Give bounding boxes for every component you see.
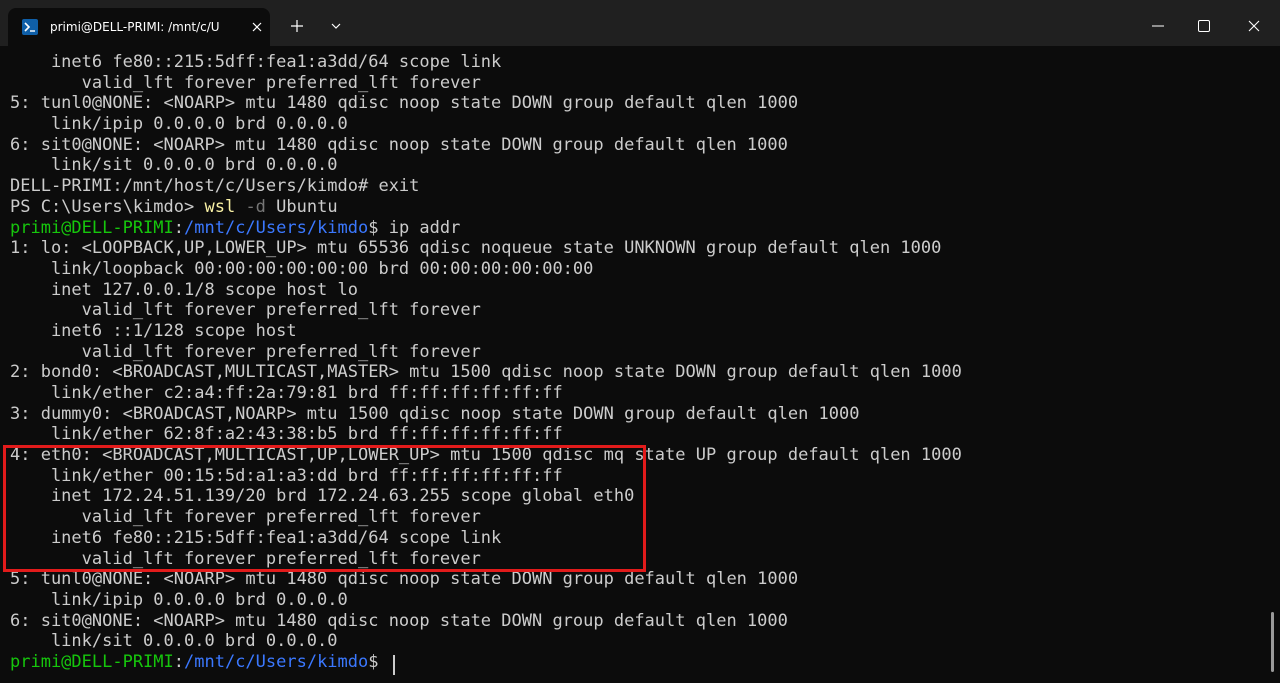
- terminal-line: inet6 ::1/128 scope host: [10, 320, 297, 341]
- terminal-line: valid_lft forever preferred_lft forever: [10, 507, 481, 528]
- terminal-line: valid_lft forever preferred_lft forever: [10, 548, 481, 569]
- command-argument: Ubuntu: [265, 196, 338, 217]
- prompt-command: $ ip addr: [368, 217, 461, 238]
- terminal-line: link/ipip 0.0.0.0 brd 0.0.0.0: [10, 589, 348, 610]
- terminal-line: valid_lft forever preferred_lft forever: [10, 72, 481, 93]
- terminal-line: link/loopback 00:00:00:00:00:00 brd 00:0…: [10, 258, 594, 279]
- terminal-line: inet6 fe80::215:5dff:fea1:a3dd/64 scope …: [10, 52, 502, 72]
- terminal-tab[interactable]: primi@DELL-PRIMI: /mnt/c/U: [8, 8, 270, 46]
- tab-close-icon[interactable]: [246, 16, 268, 38]
- terminal-line: 4: eth0: <BROADCAST,MULTICAST,UP,LOWER_U…: [10, 445, 962, 466]
- prompt-colon: :: [173, 217, 185, 238]
- command-name: wsl: [204, 196, 236, 217]
- powershell-prompt: PS C:\Users\kimdo>: [10, 196, 205, 217]
- minimize-icon[interactable]: [1136, 8, 1180, 44]
- tab-title: primi@DELL-PRIMI: /mnt/c/U: [50, 20, 220, 34]
- terminal-line: link/ether 00:15:5d:a1:a3:dd brd ff:ff:f…: [10, 465, 563, 486]
- terminal-line: inet 172.24.51.139/20 brd 172.24.63.255 …: [10, 486, 635, 507]
- terminal-line: DELL-PRIMI:/mnt/host/c/Users/kimdo# exit: [10, 176, 420, 197]
- bash-prompt-line[interactable]: primi@DELL-PRIMI:/mnt/c/Users/kimdo$: [10, 652, 1280, 673]
- prompt-user-host: primi@DELL-PRIMI: [10, 217, 174, 238]
- terminal-line: link/sit 0.0.0.0 brd 0.0.0.0: [10, 155, 338, 176]
- plus-icon[interactable]: [282, 8, 312, 44]
- terminal-line: valid_lft forever preferred_lft forever: [10, 300, 481, 321]
- terminal-line: link/ether c2:a4:ff:2a:79:81 brd ff:ff:f…: [10, 383, 563, 403]
- close-icon[interactable]: [1232, 8, 1276, 44]
- prompt-colon: :: [173, 651, 185, 672]
- terminal-output[interactable]: inet6 fe80::215:5dff:fea1:a3dd/64 scope …: [0, 46, 1280, 683]
- title-bar: primi@DELL-PRIMI: /mnt/c/U: [0, 0, 1280, 46]
- terminal-line: inet 127.0.0.1/8 scope host lo: [10, 279, 358, 300]
- terminal-line: valid_lft forever preferred_lft forever: [10, 341, 481, 362]
- prompt-path: /mnt/c/Users/kimdo: [184, 217, 369, 238]
- terminal-line: 3: dummy0: <BROADCAST,NOARP> mtu 1500 qd…: [10, 403, 860, 424]
- chevron-down-icon[interactable]: [322, 8, 350, 44]
- prompt-path: /mnt/c/Users/kimdo: [184, 651, 369, 672]
- terminal-line: 6: sit0@NONE: <NOARP> mtu 1480 qdisc noo…: [10, 610, 788, 631]
- prompt-symbol: $: [368, 651, 389, 672]
- terminal-icon: [22, 19, 38, 35]
- terminal-line: 1: lo: <LOOPBACK,UP,LOWER_UP> mtu 65536 …: [10, 238, 942, 259]
- prompt-user-host: primi@DELL-PRIMI: [10, 651, 174, 672]
- terminal-line: 6: sit0@NONE: <NOARP> mtu 1480 qdisc noo…: [10, 134, 788, 155]
- powershell-command-line: PS C:\Users\kimdo> wsl -d Ubuntu: [10, 197, 1280, 218]
- scrollbar[interactable]: [1271, 612, 1274, 672]
- terminal-line: 2: bond0: <BROADCAST,MULTICAST,MASTER> m…: [10, 362, 962, 383]
- bash-command-line: primi@DELL-PRIMI:/mnt/c/Users/kimdo$ ip …: [10, 218, 1280, 239]
- terminal-line: link/sit 0.0.0.0 brd 0.0.0.0: [10, 631, 338, 652]
- terminal-line: 5: tunl0@NONE: <NOARP> mtu 1480 qdisc no…: [10, 93, 799, 114]
- text-cursor: [393, 655, 395, 675]
- command-flag: -d: [245, 196, 266, 217]
- maximize-icon[interactable]: [1182, 8, 1226, 44]
- terminal-line: link/ether 62:8f:a2:43:38:b5 brd ff:ff:f…: [10, 424, 563, 445]
- terminal-line: 5: tunl0@NONE: <NOARP> mtu 1480 qdisc no…: [10, 569, 799, 590]
- terminal-line: link/ipip 0.0.0.0 brd 0.0.0.0: [10, 114, 348, 135]
- terminal-line: inet6 fe80::215:5dff:fea1:a3dd/64 scope …: [10, 527, 502, 548]
